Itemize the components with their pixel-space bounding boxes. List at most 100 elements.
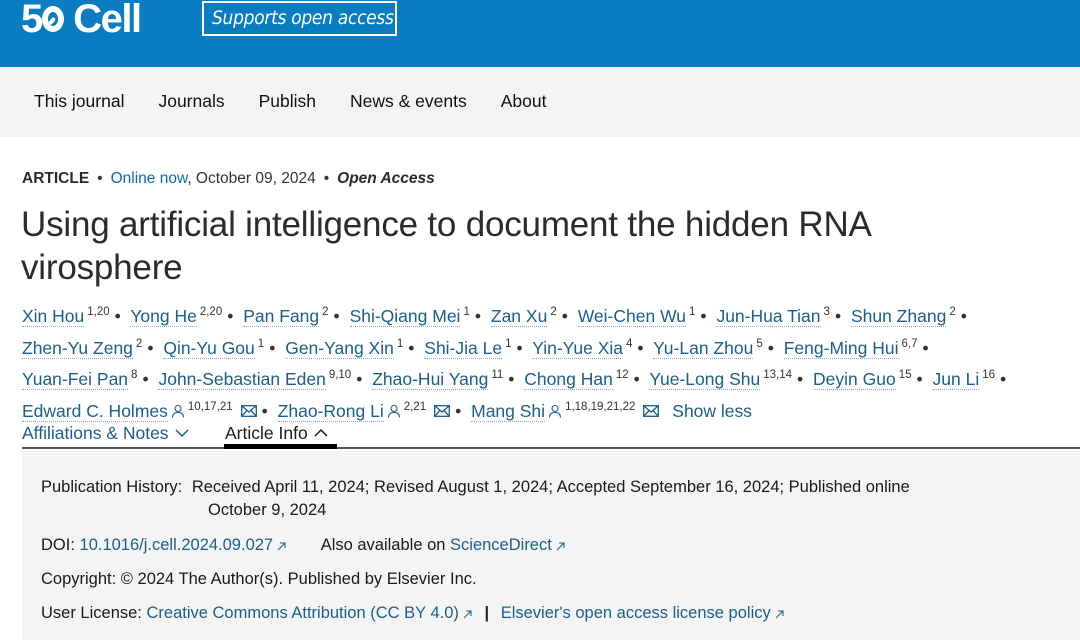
author-link[interactable]: Jun Li — [932, 369, 980, 391]
separator-dot: • — [269, 337, 276, 358]
external-link-icon — [556, 542, 565, 551]
separator-dot: • — [767, 337, 774, 358]
author-entry: Pan Fang 2 • — [243, 306, 344, 327]
affiliation-superscript[interactable]: 2 — [136, 338, 142, 350]
affiliation-superscript[interactable]: 2 — [322, 306, 328, 318]
doi-link[interactable]: 10.1016/j.cell.2024.09.027 — [80, 536, 287, 554]
elsevier-policy-link[interactable]: Elsevier's open access license policy — [501, 604, 784, 622]
nav-publish[interactable]: Publish — [259, 93, 316, 111]
author-link[interactable]: Zhao-Hui Yang — [372, 369, 489, 391]
author-link[interactable]: Jun-Hua Tian — [716, 306, 821, 327]
affiliation-superscript[interactable]: 3 — [824, 306, 830, 318]
cell-50-logo[interactable]: 5 Cell — [21, 0, 142, 40]
author-entry: Yuan-Fei Pan 8 • — [22, 369, 154, 391]
affiliation-superscript[interactable]: 12 — [616, 369, 629, 381]
affiliation-superscript[interactable]: 2,21 — [404, 401, 426, 413]
affiliation-superscript[interactable]: 9,10 — [329, 369, 351, 381]
author-link[interactable]: Shi-Qiang Mei — [349, 306, 461, 327]
email-icon[interactable] — [240, 398, 257, 417]
main-nav: This journal Journals Publish News & eve… — [0, 67, 1080, 137]
affiliation-superscript[interactable]: 6,7 — [902, 338, 918, 350]
author-link[interactable]: Chong Han — [524, 369, 613, 391]
nav-news-events[interactable]: News & events — [350, 93, 467, 111]
external-link-icon — [775, 610, 784, 619]
affiliation-superscript[interactable]: 1 — [397, 338, 403, 350]
separator-dot: • — [227, 306, 234, 326]
separator-dot: • — [97, 170, 103, 187]
author-link[interactable]: Wei-Chen Wu — [577, 306, 687, 327]
separator-dot: • — [922, 337, 929, 358]
copyright: Copyright: © 2024 The Author(s). Publish… — [41, 570, 477, 588]
author-link[interactable]: Yu-Lan Zhou — [653, 337, 754, 359]
affiliation-superscript[interactable]: 11 — [491, 369, 503, 381]
author-link[interactable]: Zhen-Yu Zeng — [22, 337, 133, 359]
separator-dot: • — [561, 306, 568, 326]
author-link[interactable]: Shi-Jia Le — [424, 337, 503, 359]
affiliation-superscript[interactable]: 15 — [899, 369, 912, 381]
cc-by-license-link[interactable]: Creative Commons Attribution (CC BY 4.0) — [146, 604, 472, 622]
author-entry: Shi-Jia Le 1 • — [424, 337, 527, 359]
author-link[interactable]: Yin-Yue Xia — [532, 337, 623, 359]
author-entry: Shi-Qiang Mei 1 • — [349, 306, 486, 327]
affiliation-superscript[interactable]: 16 — [982, 369, 995, 381]
affiliation-superscript[interactable]: 1 — [258, 338, 264, 350]
author-link[interactable]: Qin-Yu Gou — [163, 337, 255, 359]
author-link[interactable]: Shun Zhang — [850, 306, 947, 327]
author-entry: Zhao-Hui Yang 11 • — [372, 369, 519, 391]
sciencedirect-link[interactable]: ScienceDirect — [450, 536, 565, 554]
affiliation-superscript[interactable]: 10,17,21 — [188, 401, 233, 413]
separator-dot: • — [114, 306, 121, 326]
author-entry: Yong He 2,20 • — [130, 306, 238, 327]
separator-dot: • — [960, 306, 967, 326]
author-link[interactable]: John-Sebastian Eden — [158, 369, 326, 391]
affiliation-superscript[interactable]: 1,20 — [87, 306, 109, 318]
online-now-link[interactable]: Online now — [111, 170, 188, 187]
author-link[interactable]: Yuan-Fei Pan — [22, 369, 129, 391]
author-link[interactable]: Deyin Guo — [813, 369, 896, 391]
author-link[interactable]: Yong He — [130, 306, 197, 327]
show-less-button[interactable]: Show less — [672, 401, 752, 421]
affiliation-superscript[interactable]: 5 — [756, 338, 762, 350]
affiliation-superscript[interactable]: 1 — [689, 306, 695, 318]
author-link[interactable]: Gen-Yang Xin — [285, 337, 394, 359]
author-link[interactable]: Mang Shi — [471, 400, 546, 422]
author-link[interactable]: Xin Hou — [22, 306, 85, 327]
affiliation-superscript[interactable]: 1 — [463, 306, 469, 318]
separator-dot: • — [700, 306, 707, 326]
author-entry: Shun Zhang 2 • — [850, 306, 972, 327]
publication-history: Publication History: Received April 11, … — [41, 476, 910, 498]
affiliation-superscript[interactable]: 4 — [626, 338, 632, 350]
supports-open-access-badge[interactable]: Supports open access — [202, 1, 397, 36]
separator-dot: • — [834, 306, 842, 326]
article-title: Using artificial intelligence to documen… — [21, 205, 870, 287]
affiliation-superscript[interactable]: 1 — [505, 338, 511, 350]
email-icon[interactable] — [434, 398, 451, 417]
article-type: ARTICLE — [22, 170, 90, 187]
affiliation-superscript[interactable]: 2 — [949, 306, 955, 318]
email-icon[interactable] — [643, 398, 660, 417]
author-entry: Deyin Guo 15 • — [813, 369, 928, 391]
also-available-label: Also available on — [320, 536, 446, 554]
nav-this-journal[interactable]: This journal — [34, 93, 124, 111]
affiliation-superscript[interactable]: 8 — [131, 369, 137, 381]
external-link-icon — [277, 542, 286, 551]
publication-history-label: Publication History: — [41, 478, 183, 496]
affiliation-superscript[interactable]: 13,14 — [763, 369, 792, 381]
affiliation-superscript[interactable]: 2,20 — [200, 306, 222, 318]
author-entry: Jun-Hua Tian 3 • — [716, 306, 846, 327]
active-tab-indicator — [224, 444, 337, 449]
chevron-down-icon — [175, 429, 189, 438]
author-link[interactable]: Feng-Ming Hui — [783, 337, 899, 359]
affiliation-superscript[interactable]: 1,18,19,21,22 — [565, 401, 635, 413]
author-link[interactable]: Zhao-Rong Li — [277, 400, 384, 422]
nav-about[interactable]: About — [501, 93, 547, 111]
author-link[interactable]: Pan Fang — [243, 306, 320, 327]
author-link[interactable]: Edward C. Holmes — [22, 400, 168, 422]
separator-dot: • — [147, 337, 154, 358]
tab-affiliations-notes[interactable]: Affiliations & Notes — [22, 423, 189, 443]
author-entry: Yu-Lan Zhou 5 • — [653, 337, 779, 359]
nav-journals[interactable]: Journals — [158, 93, 224, 111]
affiliation-superscript[interactable]: 2 — [550, 306, 556, 318]
author-link[interactable]: Zan Xu — [490, 306, 548, 327]
author-link[interactable]: Yue-Long Shu — [649, 369, 761, 391]
